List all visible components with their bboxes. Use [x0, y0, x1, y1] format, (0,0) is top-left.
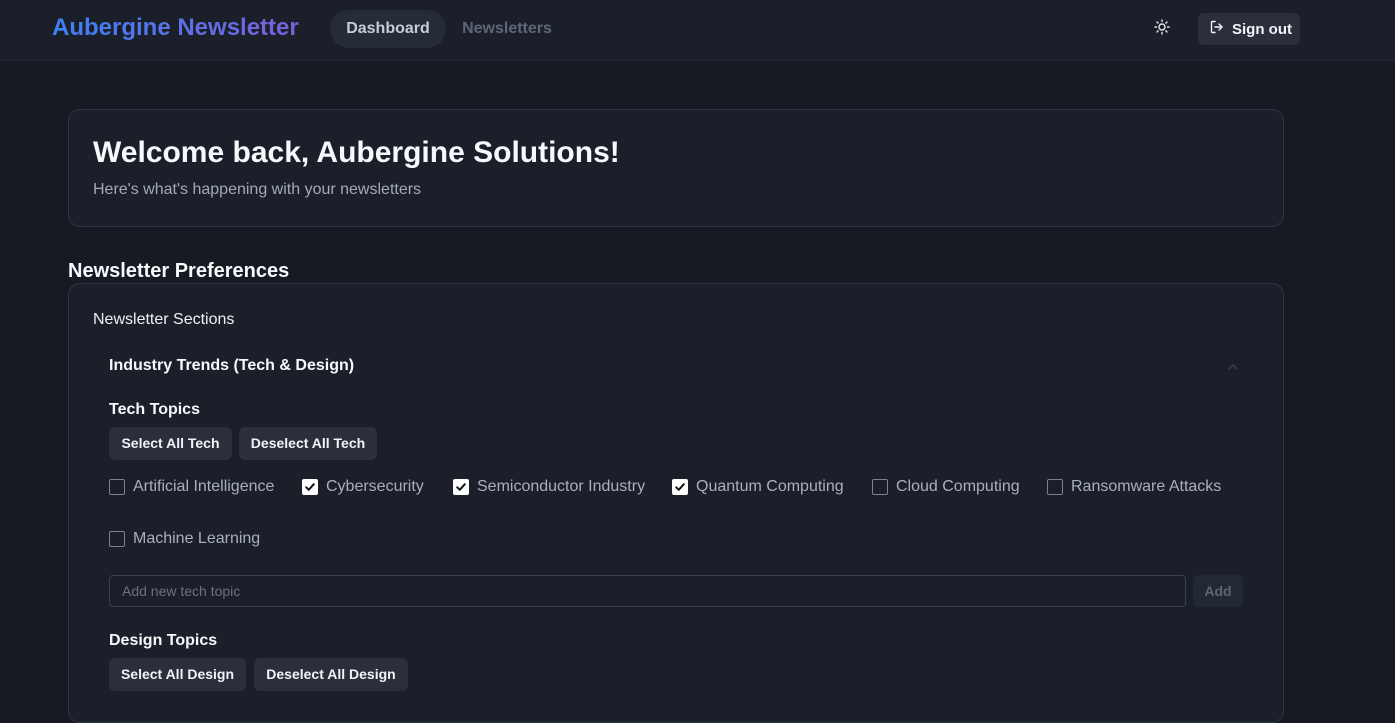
- select-all-design-button[interactable]: Select All Design: [109, 658, 246, 691]
- sign-out-icon: [1210, 20, 1224, 38]
- welcome-title: Welcome back, Aubergine Solutions!: [93, 136, 620, 169]
- welcome-card: Welcome back, Aubergine Solutions! Here'…: [68, 109, 1284, 227]
- sections-label: Newsletter Sections: [93, 311, 235, 328]
- nav-tab-newsletters[interactable]: Newsletters: [446, 10, 568, 48]
- add-tech-topic-button[interactable]: Add: [1193, 575, 1243, 607]
- welcome-subtitle: Here's what's happening with your newsle…: [93, 181, 422, 198]
- checkbox[interactable]: [109, 479, 125, 495]
- nav-tab-dashboard[interactable]: Dashboard: [330, 10, 446, 48]
- theme-toggle-button[interactable]: [1146, 13, 1178, 45]
- topic-label: Ransomware Attacks: [1071, 478, 1222, 495]
- deselect-all-tech-button[interactable]: Deselect All Tech: [239, 427, 377, 460]
- brand-logo[interactable]: Aubergine Newsletter: [52, 14, 299, 42]
- checkbox[interactable]: [109, 531, 125, 547]
- topic-checkbox-ransomware-attacks[interactable]: Ransomware Attacks: [1047, 477, 1221, 497]
- accordion-trigger-industry-trends[interactable]: Industry Trends (Tech & Design): [109, 357, 354, 375]
- select-all-tech-button[interactable]: Select All Tech: [109, 427, 232, 460]
- topic-label: Quantum Computing: [696, 478, 844, 495]
- sign-out-button[interactable]: Sign out: [1198, 13, 1300, 45]
- chevron-up-icon[interactable]: [1225, 360, 1241, 372]
- topic-label: Artificial Intelligence: [133, 478, 275, 495]
- topic-checkbox-artificial-intelligence[interactable]: Artificial Intelligence: [109, 477, 274, 497]
- topic-checkbox-quantum-computing[interactable]: Quantum Computing: [672, 477, 844, 497]
- checkbox[interactable]: [872, 479, 888, 495]
- top-navbar: Aubergine Newsletter Dashboard Newslette…: [0, 0, 1395, 61]
- topic-checkbox-semiconductor-industry[interactable]: Semiconductor Industry: [453, 477, 645, 497]
- topic-label: Cybersecurity: [326, 478, 424, 495]
- checkbox[interactable]: [672, 479, 688, 495]
- new-tech-topic-input[interactable]: [109, 575, 1186, 607]
- tech-topics-title: Tech Topics: [109, 401, 200, 418]
- topic-checkbox-cloud-computing[interactable]: Cloud Computing: [872, 477, 1020, 497]
- checkbox[interactable]: [1047, 479, 1063, 495]
- design-topics-title: Design Topics: [109, 632, 218, 649]
- topic-label: Cloud Computing: [896, 478, 1020, 495]
- deselect-all-design-button[interactable]: Deselect All Design: [254, 658, 408, 691]
- checkbox[interactable]: [302, 479, 318, 495]
- topic-label: Semiconductor Industry: [477, 478, 646, 495]
- topic-checkbox-machine-learning[interactable]: Machine Learning: [109, 529, 260, 549]
- topic-label: Machine Learning: [133, 530, 261, 547]
- checkbox[interactable]: [453, 479, 469, 495]
- sign-out-label: Sign out: [1232, 20, 1292, 38]
- sun-icon: [1154, 18, 1170, 40]
- preferences-card: Newsletter Sections Industry Trends (Tec…: [68, 283, 1284, 723]
- topic-checkbox-cybersecurity[interactable]: Cybersecurity: [302, 477, 424, 497]
- preferences-heading: Newsletter Preferences: [68, 260, 290, 282]
